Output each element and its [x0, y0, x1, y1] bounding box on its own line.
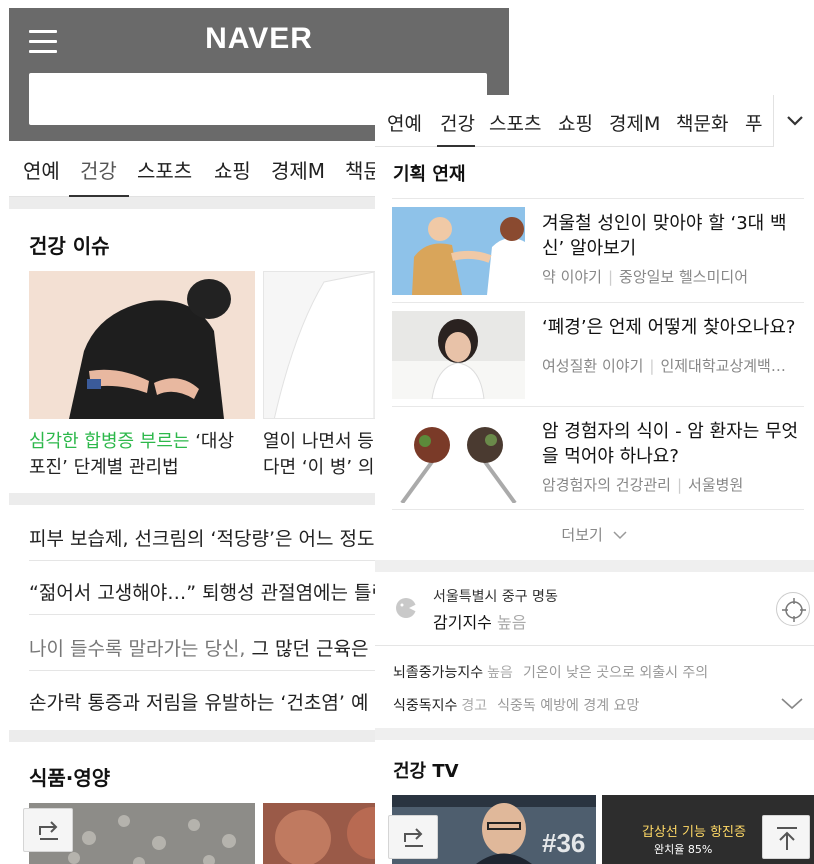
cold-index-level: 높음: [496, 613, 527, 632]
article-meta: 여성질환 이야기 | 인제대학교상계백…: [542, 355, 804, 376]
naver-logo[interactable]: NAVER: [9, 22, 509, 56]
diet-illustration: [392, 415, 525, 503]
article-source: 인제대학교상계백…: [660, 357, 786, 375]
tab-economy[interactable]: 경제M: [609, 109, 660, 136]
index-row: 식중독지수 경고 식중독 예방에 경계 요망: [393, 695, 639, 715]
article-title: 겨울철 성인이 맞아야 할 ‘3대 백신’ 알아보기: [542, 213, 787, 259]
scroll-top-icon: [777, 827, 797, 850]
location-label: 서울특별시 중구 명동: [433, 589, 558, 605]
tab-sports[interactable]: 스포츠: [489, 109, 541, 136]
category-tabs: 연예 건강 스포츠 쇼핑 경제M 책문화 푸: [375, 95, 814, 147]
index-level: 경고: [461, 698, 488, 714]
caption-text-line2: 포진’ 단계별 관리법: [29, 457, 179, 478]
cold-index-label: 감기지수: [433, 613, 492, 632]
article-title: ‘폐경’은 언제 어떻게 찾아오나요?: [542, 317, 796, 338]
meta-separator: |: [607, 268, 614, 286]
meta-separator: |: [676, 476, 683, 494]
more-button[interactable]: 더보기: [375, 524, 814, 545]
tv-episode-badge: #36: [542, 828, 586, 858]
divider: [392, 509, 804, 510]
index-desc: 식중독 예방에 경계 요망: [497, 698, 640, 714]
tab-entertainment[interactable]: 연예: [387, 109, 422, 136]
news-row[interactable]: “젊어서 고생해야…” 퇴행성 관절염에는 틀린: [29, 578, 389, 605]
section-gap: [375, 560, 814, 572]
location-button[interactable]: [776, 592, 810, 626]
article-title: 암 경험자의 식이 - 암 환자는 무엇을 먹어야 하나요?: [542, 421, 799, 467]
index-label: 식중독지수: [393, 698, 458, 714]
share-button[interactable]: [23, 808, 73, 852]
section-gap: [375, 728, 814, 740]
tab-entertainment[interactable]: 연예: [23, 155, 60, 184]
card-image-back-pain[interactable]: [29, 271, 255, 419]
back-pain-illustration: [29, 271, 255, 419]
article-item[interactable]: ‘폐경’은 언제 어떻게 찾아오나요? 여성질환 이야기 | 인제대학교상계백…: [392, 302, 804, 406]
chevron-down-icon: [781, 698, 803, 710]
expand-index-button[interactable]: [779, 693, 805, 713]
article-category: 여성질환 이야기: [542, 357, 644, 375]
index-level: 높음: [487, 665, 513, 681]
caption-text: ‘대상: [189, 431, 235, 452]
scroll-top-button[interactable]: [762, 815, 810, 859]
more-label: 더보기: [561, 526, 603, 544]
article-source: 중앙일보 헬스미디어: [619, 268, 749, 286]
divider: [375, 645, 814, 646]
chevron-down-icon: [787, 116, 803, 126]
article-source: 서울병원: [688, 476, 744, 494]
right-screen: 연예 건강 스포츠 쇼핑 경제M 책문화 푸 기획 연재 겨울철 성인이 맞아야…: [375, 95, 814, 864]
section-title: 기획 연재: [393, 164, 466, 185]
article-image-menopause: [392, 311, 525, 399]
row-visited-text: 나이 들수록 말라가는 당신,: [29, 638, 246, 660]
caption-text: 열이 나면서 등: [263, 431, 374, 452]
news-row[interactable]: 손가락 통증과 저림을 유발하는 ‘건초염’ 예: [29, 688, 368, 715]
expand-tabs-button[interactable]: [773, 95, 814, 147]
article-meta: 암경험자의 건강관리 | 서울병원: [542, 474, 804, 495]
article-image-diet: [392, 415, 525, 503]
article-item[interactable]: 겨울철 성인이 맞아야 할 ‘3대 백신’ 알아보기 약 이야기 | 중앙일보 헬스…: [392, 198, 804, 302]
article-meta: 약 이야기 | 중앙일보 헬스미디어: [542, 266, 804, 287]
meta-separator: |: [649, 357, 655, 375]
index-label: 뇌졸중가능지수: [393, 665, 484, 681]
index-row: 뇌졸중가능지수 높음 기온이 낮은 곳으로 외출시 주의: [393, 662, 708, 682]
cold-face-icon: [396, 598, 419, 618]
tab-health[interactable]: 건강: [440, 109, 475, 136]
card-caption[interactable]: 열이 나면서 등 다면 ‘이 병’ 의심: [263, 429, 391, 481]
article-category: 약 이야기: [542, 268, 602, 286]
tv-caption-sub: 완치율 85%: [654, 843, 713, 856]
tab-shopping[interactable]: 쇼핑: [558, 109, 593, 136]
cold-index: 감기지수 높음: [433, 609, 526, 633]
index-desc: 기온이 낮은 곳으로 외출시 주의: [522, 665, 709, 681]
section-title: 건강 TV: [393, 761, 459, 782]
tab-food[interactable]: 푸: [745, 109, 762, 136]
article-category: 암경험자의 건강관리: [542, 476, 671, 494]
share-icon: [39, 821, 58, 840]
tab-sports[interactable]: 스포츠: [137, 155, 192, 184]
caption-text-line2: 다면 ‘이 병’ 의심: [263, 457, 391, 478]
news-row[interactable]: 피부 보습제, 선크림의 ‘적당량’은 어느 정도: [29, 524, 374, 551]
location-target-icon: [782, 598, 806, 622]
caption-highlight: 심각한 합병증 부르는: [29, 431, 190, 452]
section-title: 식품·영양: [29, 766, 111, 790]
article-item[interactable]: 암 경험자의 식이 - 암 환자는 무엇을 먹어야 하나요? 암경험자의 건강관…: [392, 406, 804, 510]
tab-economy[interactable]: 경제M: [271, 155, 325, 184]
vaccine-illustration: [392, 207, 525, 295]
section-title: 건강 이슈: [29, 234, 110, 258]
row-text: 그 많던 근육은: [245, 638, 369, 660]
active-tab-indicator: [437, 145, 475, 147]
card-caption[interactable]: 심각한 합병증 부르는 ‘대상 포진’ 단계별 관리법: [29, 429, 234, 481]
menopause-illustration: [392, 311, 525, 399]
chevron-down-icon: [613, 531, 627, 540]
tab-books[interactable]: 책문화: [676, 109, 728, 136]
tab-shopping[interactable]: 쇼핑: [214, 155, 251, 184]
tab-health[interactable]: 건강: [80, 155, 117, 184]
article-image-vaccine: [392, 207, 525, 295]
share-icon: [404, 828, 423, 847]
news-row[interactable]: 나이 들수록 말라가는 당신, 그 많던 근육은: [29, 634, 368, 661]
share-button[interactable]: [388, 815, 438, 859]
tv-caption: 갑상선 기능 항진증: [642, 825, 746, 840]
